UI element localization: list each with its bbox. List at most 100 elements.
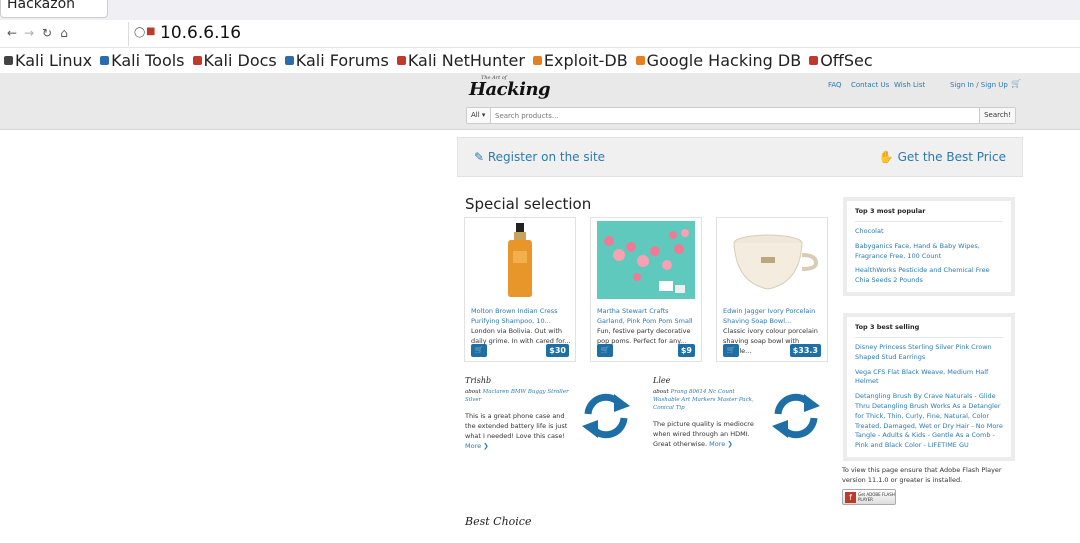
price-badge[interactable]: $33.3: [789, 344, 821, 357]
pom-pom-garland-image[interactable]: [597, 221, 695, 299]
bookmark-item[interactable]: Kali NetHunter: [396, 51, 525, 70]
review-about: about Maclaren BMW Buggy Stroller Silver: [465, 388, 573, 404]
forward-icon[interactable]: →: [22, 26, 36, 40]
tab-title: Hackazon: [7, 0, 76, 12]
bookmark-favicon-icon: [284, 56, 294, 65]
promo-banner: ✎ Register on the site ✋ Get the Best Pr…: [457, 137, 1023, 177]
shampoo-bottle-image[interactable]: [471, 221, 569, 299]
bookmark-label: Kali Tools: [111, 51, 185, 70]
flash-notice: To view this page ensure that Adobe Flas…: [842, 466, 1002, 484]
bookmark-item[interactable]: Kali Tools: [100, 51, 185, 70]
top-popular-box: Top 3 most popular Chocolat Babyganics F…: [843, 197, 1015, 296]
review-product-link[interactable]: Prang 80614 Nc Count Washable Art Marker…: [653, 389, 754, 411]
bookmark-item[interactable]: Kali Linux: [4, 51, 92, 70]
bookmarks-bar: Kali Linux Kali Tools Kali Docs Kali Forums…: [0, 48, 1080, 73]
selling-item-link[interactable]: Disney Princess Sterling Silver Pink Cro…: [855, 343, 1003, 363]
reviewer-name: Llee: [653, 376, 671, 385]
bookmark-favicon-icon: [4, 56, 13, 65]
selling-item-link[interactable]: Detangling Brush By Crave Naturals - Gli…: [855, 392, 1003, 451]
browser-nav-bar: ← → ↻ ⌂ ◯ ■ 10.6.6.16: [0, 20, 1080, 48]
site-header: The Art of Hacking FAQ Contact Us Wish L…: [0, 73, 1080, 130]
search-button[interactable]: Search!: [979, 108, 1015, 123]
review-text: This is a great phone case and the exten…: [465, 411, 573, 451]
home-icon[interactable]: ⌂: [57, 26, 71, 40]
popular-item-link[interactable]: Chocolat: [855, 227, 1003, 237]
cart-icon[interactable]: 🛒: [1011, 79, 1021, 88]
bookmark-item[interactable]: Exploit-DB: [532, 51, 628, 70]
bookmark-item[interactable]: Kali Docs: [192, 51, 277, 70]
bookmark-item[interactable]: Kali Forums: [284, 51, 389, 70]
special-selection-title: Special selection: [465, 195, 592, 213]
best-choice-title: Best Choice: [465, 515, 532, 528]
flash-icon: f: [845, 492, 856, 503]
wish-list-link[interactable]: Wish List: [894, 81, 925, 89]
review-more-link[interactable]: More ❯: [465, 442, 489, 450]
soap-bowl-image[interactable]: [723, 221, 821, 299]
product-title[interactable]: Martha Stewart Crafts Garland, Pink Pom …: [597, 306, 697, 326]
get-flash-player-button[interactable]: f Get ADOBE FLASH PLAYER: [842, 489, 896, 505]
shield-icon[interactable]: ◯: [134, 27, 145, 38]
more-label: More: [709, 440, 726, 448]
product-desc: London via Bolivia. Out with daily grime…: [471, 327, 571, 345]
bookmark-favicon-icon: [635, 56, 645, 65]
site-logo[interactable]: Hacking: [469, 79, 551, 100]
add-to-cart-button[interactable]: 🛒: [471, 344, 487, 357]
bookmark-favicon-icon: [100, 56, 110, 65]
top-popular-title: Top 3 most popular: [855, 207, 1003, 222]
register-label: Register on the site: [487, 150, 606, 164]
browser-tab-bar: Hackazon: [0, 0, 1080, 20]
bookmark-label: Exploit-DB: [543, 51, 628, 70]
caret-down-icon: ▾: [479, 111, 486, 119]
review-about: about Prang 80614 Nc Count Washable Art …: [653, 388, 761, 412]
faq-link[interactable]: FAQ: [828, 81, 842, 89]
contact-us-link[interactable]: Contact Us: [851, 81, 889, 89]
product-card[interactable]: Martha Stewart Crafts Garland, Pink Pom …: [590, 217, 702, 362]
bookmark-label: OffSec: [820, 51, 873, 70]
selling-item-link[interactable]: Vega CFS Flat Black Weave, Medium Half H…: [855, 368, 1003, 388]
bookmark-label: Kali Forums: [295, 51, 389, 70]
reload-icon[interactable]: ↻: [40, 26, 54, 40]
review-about-prefix: about: [465, 389, 481, 395]
top-selling-title: Top 3 best selling: [855, 323, 1003, 338]
bookmark-label: Kali Docs: [203, 51, 277, 70]
review-body: The picture quality is mediocre when wir…: [653, 420, 754, 448]
search-category-select[interactable]: All ▾: [467, 108, 491, 123]
product-title[interactable]: Molton Brown Indian Cress Purifying Sham…: [471, 306, 571, 326]
bookmark-item[interactable]: OffSec: [809, 51, 873, 70]
lock-icon[interactable]: ■: [146, 26, 155, 37]
review-about-prefix: about: [653, 389, 669, 395]
review-product-link[interactable]: Maclaren BMW Buggy Stroller Silver: [465, 389, 569, 403]
bookmark-label: Kali Linux: [15, 51, 93, 70]
search-input[interactable]: [495, 109, 975, 122]
product-card[interactable]: Molton Brown Indian Cress Purifying Sham…: [464, 217, 576, 362]
bookmark-item[interactable]: Google Hacking DB: [635, 51, 802, 70]
product-title[interactable]: Edwin Jagger Ivory Porcelain Shaving Soa…: [723, 306, 823, 326]
product-card[interactable]: Edwin Jagger Ivory Porcelain Shaving Soa…: [716, 217, 828, 362]
best-price-link[interactable]: ✋ Get the Best Price: [879, 150, 1006, 164]
review-body: This is a great phone case and the exten…: [465, 412, 568, 440]
search-category-label: All: [471, 111, 480, 119]
top-selling-box: Top 3 best selling Disney Princess Sterl…: [843, 313, 1015, 461]
add-to-cart-button[interactable]: 🛒: [723, 344, 739, 357]
popular-item-link[interactable]: HealthWorks Pesticide and Chemical Free …: [855, 266, 1003, 286]
product-desc: Fun, festive party decorative pop poms. …: [597, 327, 691, 345]
more-label: More: [465, 442, 482, 450]
browser-tab[interactable]: Hackazon: [0, 0, 108, 18]
refresh-icon[interactable]: [578, 388, 634, 444]
signin-link[interactable]: Sign In / Sign Up: [950, 81, 1008, 89]
refresh-icon[interactable]: [768, 388, 824, 444]
bookmark-favicon-icon: [192, 56, 202, 65]
best-price-label: Get the Best Price: [897, 150, 1006, 164]
popular-item-link[interactable]: Babyganics Face, Hand & Baby Wipes, Frag…: [855, 242, 1003, 262]
thumbs-up-icon: ✋: [878, 150, 898, 164]
bookmark-label: Google Hacking DB: [646, 51, 802, 70]
url-text[interactable]: 10.6.6.16: [160, 23, 241, 43]
back-icon[interactable]: ←: [5, 26, 19, 40]
url-bar[interactable]: ◯ ■ 10.6.6.16: [128, 22, 1080, 46]
review-more-link[interactable]: More ❯: [709, 440, 733, 448]
register-link[interactable]: ✎ Register on the site: [474, 150, 605, 164]
pencil-icon: ✎: [474, 150, 488, 164]
add-to-cart-button[interactable]: 🛒: [597, 344, 613, 357]
price-badge[interactable]: $9: [677, 344, 695, 357]
price-badge[interactable]: $30: [546, 344, 569, 357]
